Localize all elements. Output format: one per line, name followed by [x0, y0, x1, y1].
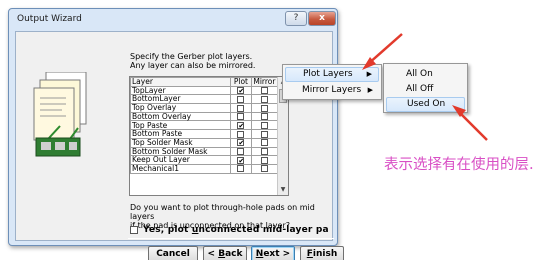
window-title: Output Wizard	[17, 14, 82, 24]
mirror-cell	[250, 129, 279, 139]
mirror-cell	[250, 111, 279, 122]
plot-checkbox[interactable]	[237, 165, 245, 173]
column-header-mirror[interactable]: Mirror	[250, 77, 279, 87]
question-line-1: Do you want to plot through-hole pads on…	[130, 203, 315, 221]
plot-cell	[230, 111, 252, 122]
instruction-line-1: Specify the Gerber plot layers.	[130, 52, 253, 61]
layer-table: Layer Plot Mirror TopLayer ✔ BottomLayer To…	[130, 77, 279, 174]
mirror-checkbox[interactable]	[260, 95, 268, 103]
plot-cell	[230, 146, 252, 157]
unconnected-pads-checkbox[interactable]	[130, 226, 138, 234]
unconnected-pads-option[interactable]: Yes, plot unconnected mid-layer pa	[130, 225, 329, 235]
close-button[interactable]: x	[308, 11, 336, 26]
help-icon: ?	[293, 13, 299, 23]
menu-item-all-off[interactable]: All Off	[386, 82, 465, 97]
title-bar: Output Wizard ? x	[9, 9, 337, 29]
mirror-checkbox[interactable]	[260, 165, 268, 173]
mirror-cell	[250, 120, 279, 131]
cancel-button[interactable]: Cancel	[148, 246, 198, 260]
mirror-checkbox[interactable]	[260, 113, 268, 121]
layer-grid[interactable]: Layer Plot Mirror TopLayer ✔ BottomLayer To…	[129, 76, 289, 196]
plot-cell: ✔	[230, 85, 252, 96]
unconnected-pads-label[interactable]: Yes, plot unconnected mid-layer pa	[143, 225, 329, 235]
plot-cell	[230, 103, 252, 113]
scroll-down-icon[interactable]: ▼	[278, 185, 288, 195]
help-button[interactable]: ?	[285, 11, 307, 26]
plot-cell	[230, 94, 252, 105]
button-separator	[128, 238, 334, 239]
plot-cell: ✔	[230, 120, 252, 131]
menu-item-plot-layers[interactable]: Plot Layers ▶	[285, 67, 379, 82]
plot-checkbox[interactable]: ✔	[237, 122, 245, 130]
plot-checkbox[interactable]	[237, 104, 245, 112]
annotation-text: 表示选择有在使用的层.	[384, 157, 534, 173]
plot-layers-submenu: All On All Off Used On	[383, 63, 468, 113]
output-wizard-dialog: Output Wizard ? x Specify the Gerber plo…	[8, 8, 344, 260]
mirror-cell	[250, 85, 279, 96]
wizard-client-area: Specify the Gerber plot layers. Any laye…	[15, 31, 344, 260]
layer-context-menu: Plot Layers ▶ Mirror Layers ▶	[282, 64, 382, 100]
mirror-checkbox[interactable]	[260, 148, 268, 156]
layer-row[interactable]: Mechanical1	[130, 163, 279, 174]
plot-checkbox[interactable]	[237, 148, 245, 156]
layer-name-cell[interactable]: Top Solder Mask	[130, 137, 231, 148]
plot-checkbox[interactable]: ✔	[237, 87, 245, 95]
plot-cell	[230, 163, 252, 174]
submenu-arrow-icon: ▶	[367, 86, 373, 94]
back-button[interactable]: < Back	[203, 246, 247, 260]
layer-row[interactable]: Bottom Overlay	[130, 111, 279, 122]
column-header-plot[interactable]: Plot	[230, 77, 252, 87]
mirror-cell	[250, 146, 279, 157]
column-header-layer[interactable]: Layer	[130, 77, 231, 87]
plot-cell	[230, 129, 252, 139]
mirror-cell	[250, 137, 279, 148]
layer-row[interactable]: Top Overlay	[130, 103, 279, 113]
menu-item-used-on[interactable]: Used On	[386, 97, 465, 112]
mirror-cell	[250, 163, 279, 174]
plot-checkbox[interactable]	[237, 113, 245, 121]
mirror-checkbox[interactable]	[260, 130, 268, 138]
mirror-checkbox[interactable]	[260, 122, 268, 130]
mirror-checkbox[interactable]	[260, 139, 268, 147]
submenu-arrow-icon: ▶	[366, 70, 372, 78]
menu-item-all-on[interactable]: All On	[386, 67, 465, 82]
plot-checkbox[interactable]: ✔	[237, 156, 245, 164]
menu-item-mirror-layers[interactable]: Mirror Layers ▶	[285, 83, 379, 98]
layer-name-cell[interactable]: Bottom Overlay	[130, 111, 231, 122]
mirror-checkbox[interactable]	[260, 156, 268, 164]
plot-checkbox[interactable]	[237, 130, 245, 138]
plot-checkbox[interactable]: ✔	[237, 139, 245, 147]
mirror-cell	[250, 155, 279, 165]
close-icon: x	[319, 13, 325, 23]
plot-cell: ✔	[230, 137, 252, 148]
finish-button[interactable]: Finish	[300, 246, 344, 260]
mirror-checkbox[interactable]	[260, 87, 268, 95]
next-button[interactable]: Next >	[251, 246, 295, 260]
mirror-cell	[250, 94, 279, 105]
mirror-cell	[250, 103, 279, 113]
plot-checkbox[interactable]	[237, 95, 245, 103]
plot-cell: ✔	[230, 155, 252, 165]
layer-name-cell[interactable]: Bottom Paste	[130, 129, 231, 139]
wizard-illustration-icon	[33, 72, 87, 157]
layer-name-cell[interactable]: Mechanical1	[130, 163, 231, 174]
layer-name-cell[interactable]: Top Overlay	[130, 103, 231, 113]
layer-row[interactable]: Bottom Paste	[130, 129, 279, 139]
layer-row[interactable]: Top Solder Mask ✔	[130, 137, 279, 148]
mirror-checkbox[interactable]	[260, 104, 268, 112]
